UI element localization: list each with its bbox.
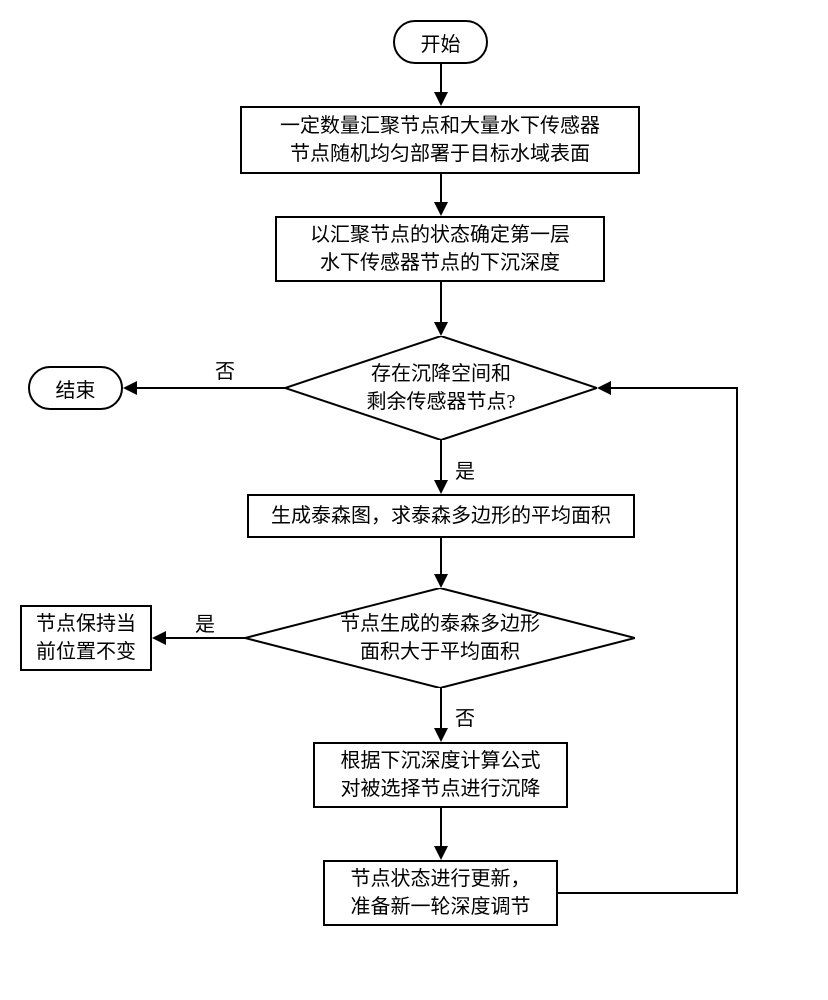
arrow-line [558,892,738,894]
arrow-line [611,387,738,389]
arrow-head [434,574,448,588]
step4-box: 节点保持当 前位置不变 [20,605,152,671]
arrow-line [440,282,442,324]
start-label: 开始 [421,28,461,57]
arrow-line [736,387,738,894]
no-label-1: 否 [215,355,235,384]
arrow-head [434,92,448,106]
arrow-line [440,64,442,94]
arrow-head [152,631,166,645]
step1-box: 一定数量汇聚节点和大量水下传感器 节点随机均匀部署于目标水域表面 [240,106,640,174]
step3-text: 生成泰森图，求泰森多边形的平均面积 [271,502,611,530]
arrow-head [434,322,448,336]
start-terminal: 开始 [393,20,488,64]
arrow-head [434,728,448,742]
decision2-diamond: 节点生成的泰森多边形 面积大于平均面积 [245,588,635,688]
decision2-text: 节点生成的泰森多边形 面积大于平均面积 [340,610,540,666]
step6-text: 节点状态进行更新， 准备新一轮深度调节 [351,865,531,921]
arrow-head [434,480,448,494]
end-label: 结束 [56,374,96,403]
arrow-line [440,174,442,204]
yes-label-2: 是 [195,608,215,637]
arrow-line [440,538,442,576]
arrow-line [440,440,442,482]
flowchart-container: 开始 一定数量汇聚节点和大量水下传感器 节点随机均匀部署于目标水域表面 以汇聚节… [20,20,808,980]
step5-box: 根据下沉深度计算公式 对被选择节点进行沉降 [313,742,568,808]
arrow-head [434,846,448,860]
end-terminal: 结束 [28,366,123,410]
arrow-head [597,381,611,395]
step4-text: 节点保持当 前位置不变 [36,610,136,666]
no-label-2: 否 [455,702,475,731]
arrow-line [166,637,245,639]
step2-box: 以汇聚节点的状态确定第一层 水下传感器节点的下沉深度 [275,216,605,282]
arrow-line [440,808,442,848]
step1-text: 一定数量汇聚节点和大量水下传感器 节点随机均匀部署于目标水域表面 [280,112,600,168]
step6-box: 节点状态进行更新， 准备新一轮深度调节 [323,860,558,926]
step5-text: 根据下沉深度计算公式 对被选择节点进行沉降 [341,747,541,803]
arrow-line [137,387,285,389]
arrow-head [434,202,448,216]
decision1-text: 存在沉降空间和 剩余传感器节点? [367,360,516,416]
step3-box: 生成泰森图，求泰森多边形的平均面积 [247,494,635,538]
decision1-diamond: 存在沉降空间和 剩余传感器节点? [285,336,597,440]
arrow-line [440,688,442,730]
step2-text: 以汇聚节点的状态确定第一层 水下传感器节点的下沉深度 [310,221,570,277]
yes-label-1: 是 [455,455,475,484]
arrow-head [123,381,137,395]
